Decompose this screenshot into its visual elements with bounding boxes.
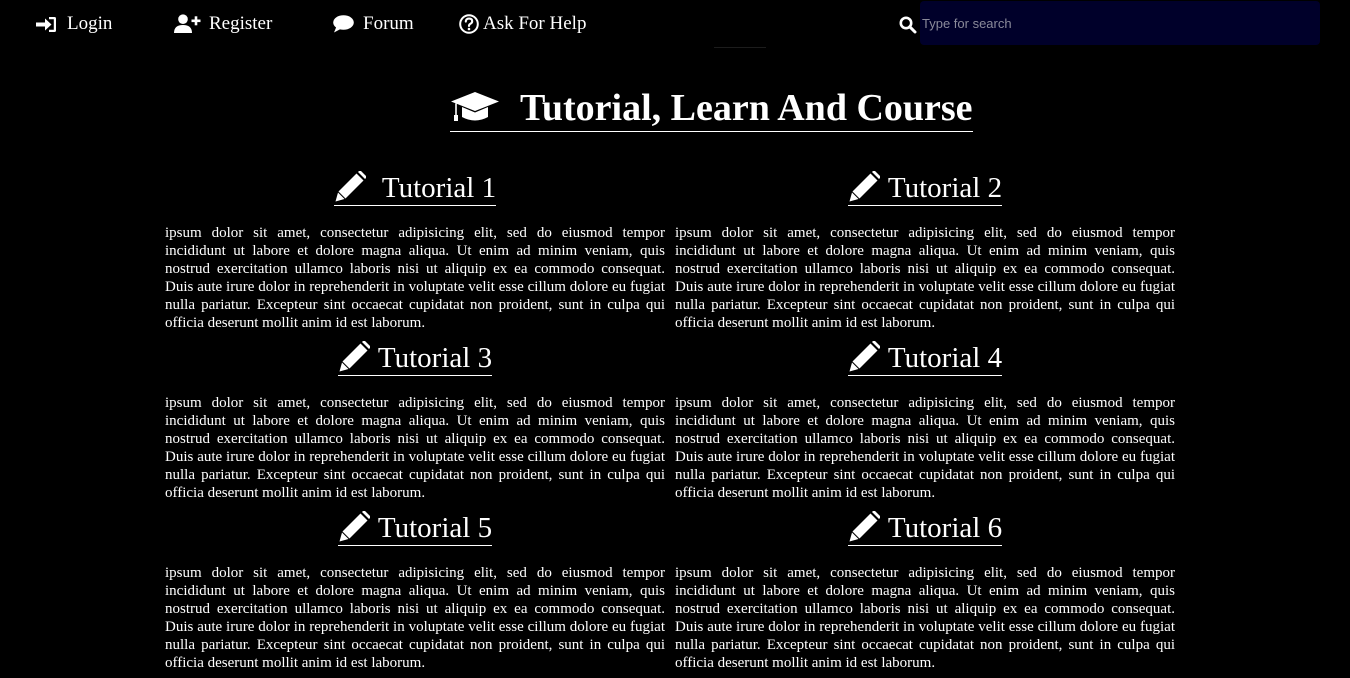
tutorial-card: Tutorial 2 ipsum dolor sit amet, consect…	[675, 168, 1175, 338]
user-plus-icon	[174, 14, 201, 34]
divider	[714, 47, 766, 48]
sign-in-icon	[36, 16, 57, 33]
tutorial-card: Tutorial 6 ipsum dolor sit amet, consect…	[675, 508, 1175, 678]
page-title-text: Tutorial, Learn And Course	[520, 86, 973, 129]
tutorial-title-link[interactable]: Tutorial 4	[847, 338, 1003, 376]
tutorial-title: Tutorial 2	[887, 172, 1003, 204]
login-label: Login	[67, 13, 113, 34]
comment-icon	[333, 15, 354, 33]
question-circle-icon	[459, 14, 479, 34]
tutorial-title: Tutorial 5	[377, 512, 493, 544]
pencil-icon	[848, 341, 880, 373]
graduation-cap-icon	[450, 90, 500, 126]
page-title: Tutorial, Learn And Course	[450, 84, 973, 132]
forum-link[interactable]: Forum	[333, 10, 414, 38]
tutorial-description: ipsum dolor sit amet, consectetur adipis…	[675, 565, 1175, 671]
login-link[interactable]: Login	[36, 10, 112, 38]
tutorial-title: Tutorial 3	[377, 342, 493, 374]
pencil-icon	[338, 341, 370, 373]
search-icon[interactable]	[899, 16, 917, 34]
tutorial-title: Tutorial 6	[887, 512, 1003, 544]
tutorial-title-link[interactable]: Tutorial 5	[337, 508, 493, 546]
register-link[interactable]: Register	[174, 10, 272, 38]
pencil-icon	[338, 511, 370, 543]
ask-for-help-label: Ask For Help	[483, 13, 587, 34]
tutorial-title-link[interactable]: Tutorial 1	[333, 168, 497, 206]
tutorial-card: Tutorial 1 ipsum dolor sit amet, consect…	[165, 168, 665, 338]
tutorial-card: Tutorial 3 ipsum dolor sit amet, consect…	[165, 338, 665, 508]
forum-label: Forum	[363, 13, 414, 34]
tutorial-title-link[interactable]: Tutorial 3	[337, 338, 493, 376]
tutorial-title-link[interactable]: Tutorial 6	[847, 508, 1003, 546]
tutorial-description: ipsum dolor sit amet, consectetur adipis…	[165, 395, 665, 501]
tutorial-title-link[interactable]: Tutorial 2	[847, 168, 1003, 206]
register-label: Register	[209, 13, 273, 34]
ask-for-help-link[interactable]: Ask For Help	[459, 10, 586, 38]
tutorial-description: ipsum dolor sit amet, consectetur adipis…	[165, 225, 665, 331]
tutorial-card: Tutorial 4 ipsum dolor sit amet, consect…	[675, 338, 1175, 508]
tutorial-title: Tutorial 1	[381, 172, 497, 204]
pencil-icon	[848, 171, 880, 203]
pencil-icon	[334, 171, 366, 203]
tutorial-title: Tutorial 4	[887, 342, 1003, 374]
tutorial-description: ipsum dolor sit amet, consectetur adipis…	[675, 225, 1175, 331]
pencil-icon	[848, 511, 880, 543]
tutorial-card: Tutorial 5 ipsum dolor sit amet, consect…	[165, 508, 665, 678]
tutorial-description: ipsum dolor sit amet, consectetur adipis…	[675, 395, 1175, 501]
tutorial-description: ipsum dolor sit amet, consectetur adipis…	[165, 565, 665, 671]
search-input[interactable]	[920, 1, 1320, 45]
top-navbar: Login Register Forum Ask For Help Type f…	[0, 0, 1350, 48]
